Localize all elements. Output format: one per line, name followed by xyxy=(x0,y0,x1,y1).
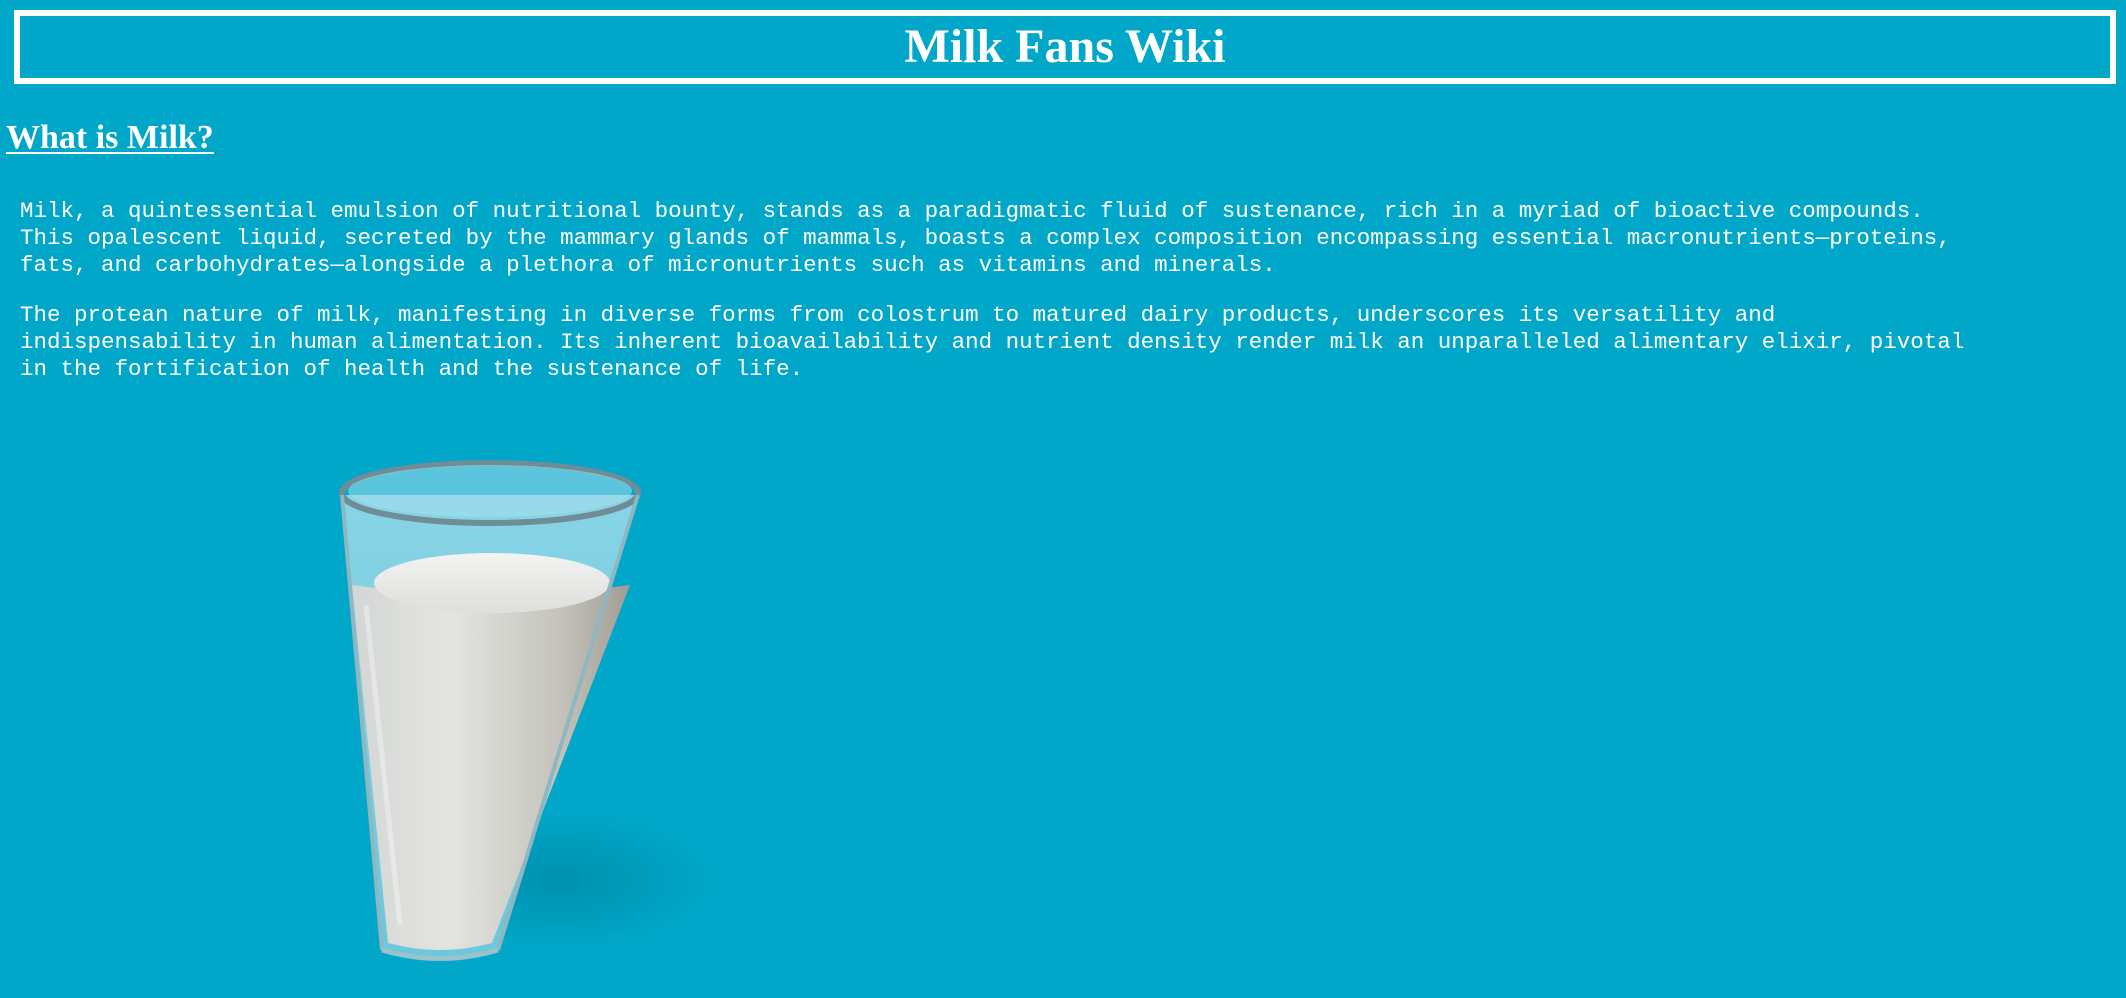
article-body: Milk, a quintessential emulsion of nutri… xyxy=(20,198,2120,406)
section-heading: What is Milk? xyxy=(6,119,214,156)
article-paragraph: The protean nature of milk, manifesting … xyxy=(20,302,1965,382)
site-header: Milk Fans Wiki xyxy=(14,10,2116,84)
article-paragraph: Milk, a quintessential emulsion of nutri… xyxy=(20,198,1951,278)
milk-glass-icon xyxy=(339,460,720,961)
site-title: Milk Fans Wiki xyxy=(904,20,1226,73)
milk-glass-image xyxy=(330,455,750,975)
